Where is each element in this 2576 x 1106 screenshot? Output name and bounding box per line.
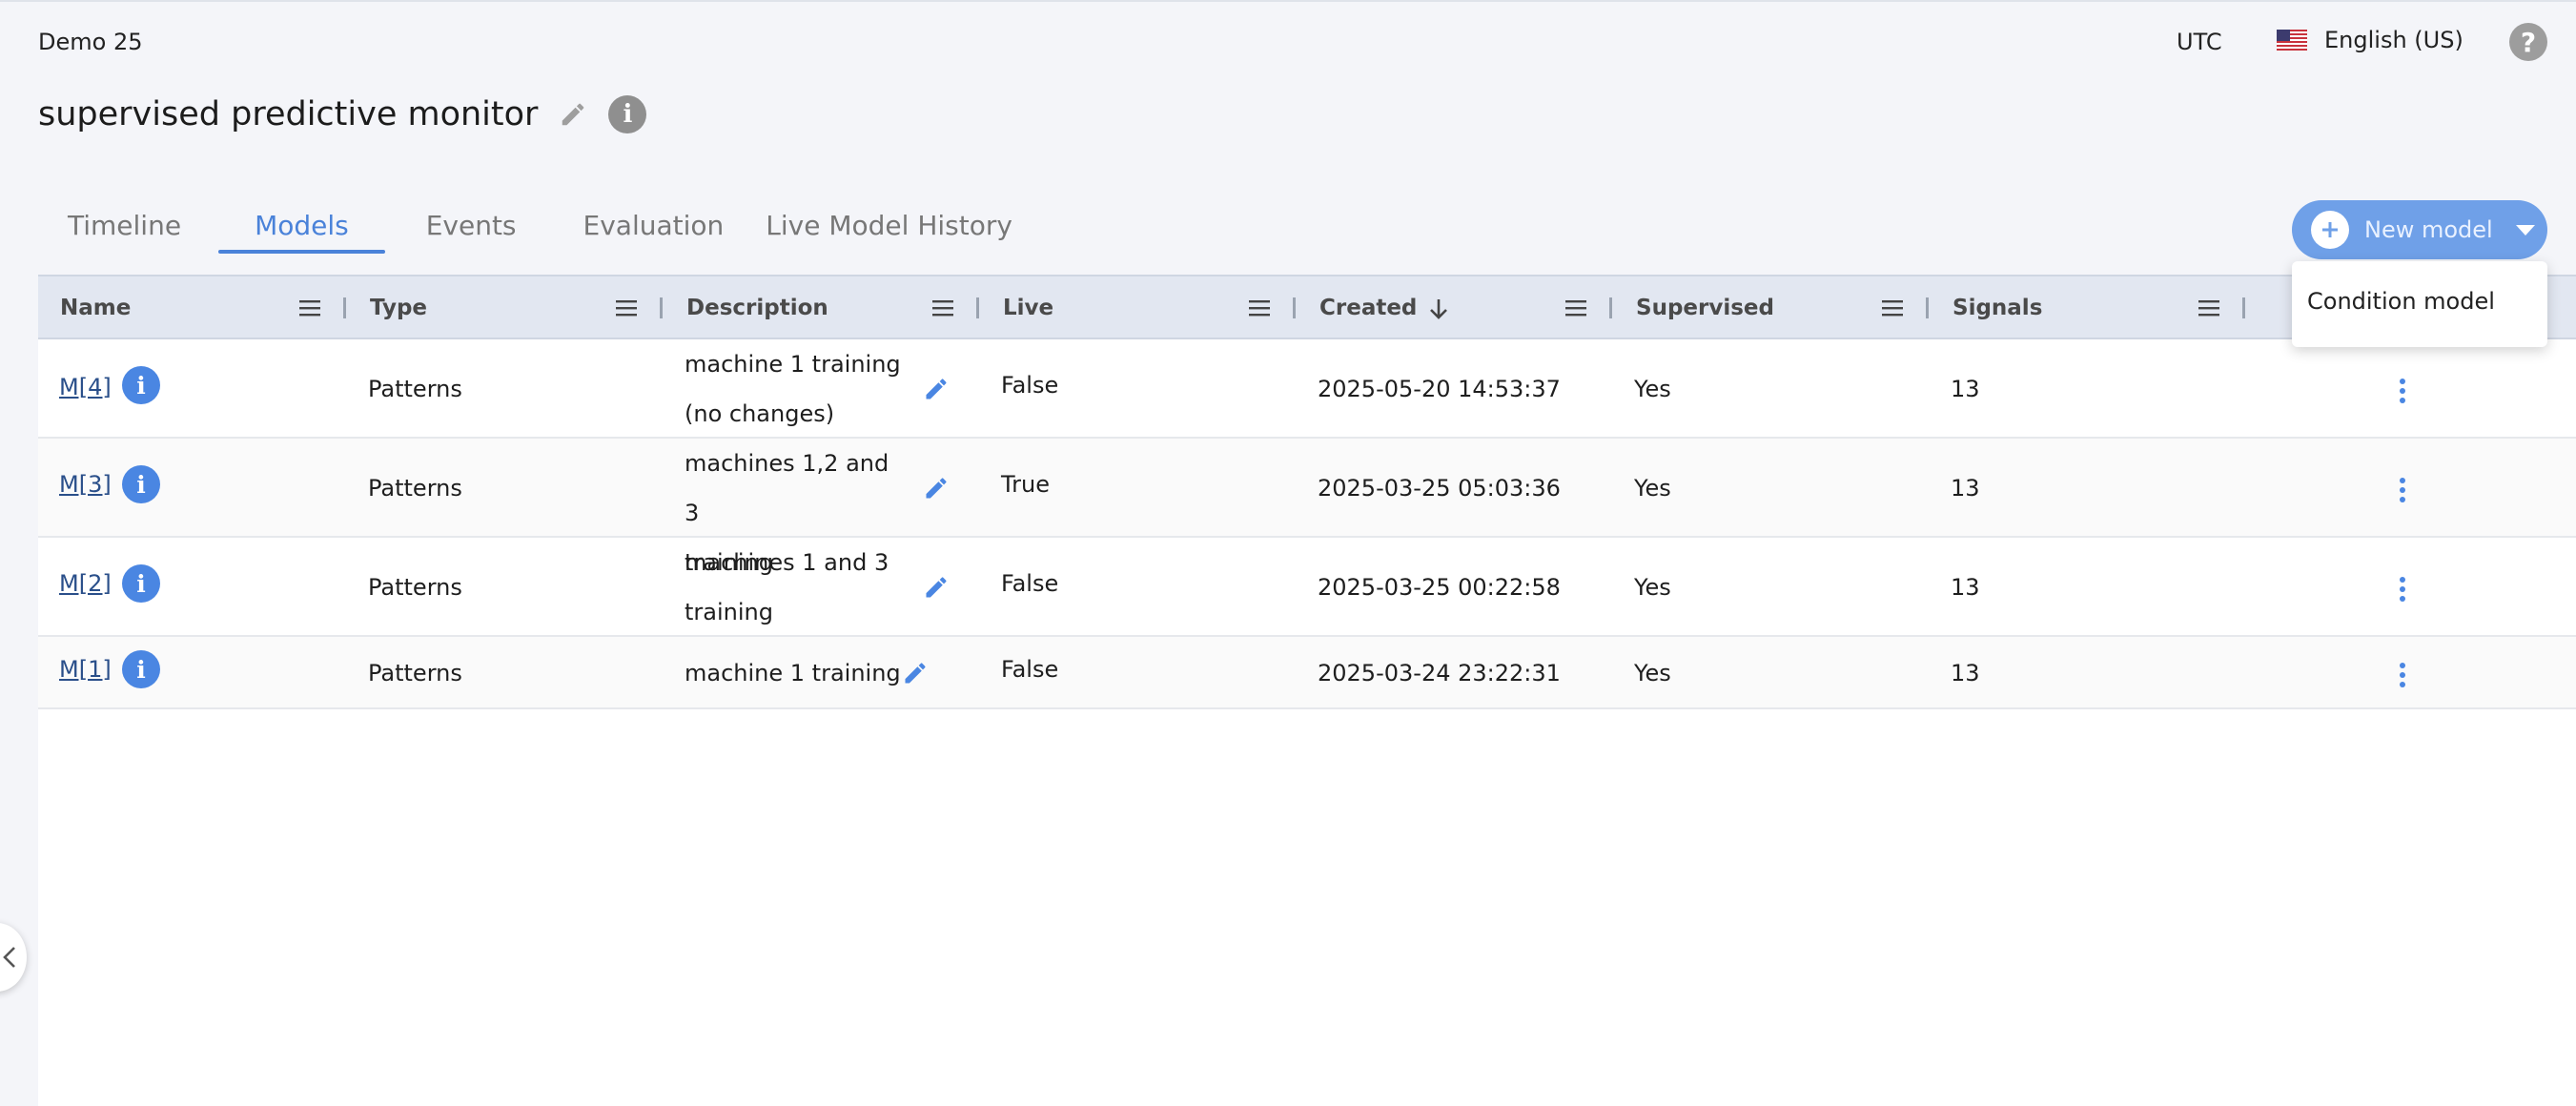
info-icon[interactable]: i [122, 564, 160, 603]
model-description: machines 1 and 3 training [685, 538, 904, 637]
model-created: 2025-03-24 23:22:31 [1318, 660, 1561, 686]
model-type: Patterns [368, 660, 462, 686]
edit-title-pencil-icon[interactable] [559, 100, 587, 129]
column-header-created[interactable]: Created [1319, 296, 1449, 320]
column-header-supervised[interactable]: Supervised [1636, 296, 1774, 320]
model-live: False [1001, 372, 1059, 399]
column-header-type[interactable]: Type [370, 296, 427, 320]
model-signals: 13 [1951, 574, 1980, 601]
model-supervised: Yes [1634, 475, 1671, 502]
menu-item-condition-model[interactable]: Condition model [2307, 288, 2495, 315]
tab-evaluation[interactable]: Evaluation [555, 200, 746, 254]
new-model-label: New model [2364, 216, 2493, 243]
info-icon[interactable]: i [122, 366, 160, 404]
tab-models[interactable]: Models [218, 200, 385, 254]
arrow-down-icon[interactable] [1428, 297, 1449, 320]
column-resize-handle[interactable] [660, 297, 663, 318]
top-border [0, 0, 2576, 2]
model-live: True [1001, 471, 1050, 498]
edit-description-pencil-icon[interactable] [923, 475, 950, 502]
chevron-left-icon [3, 947, 15, 968]
description-line: (no changes) [685, 400, 835, 427]
model-live: False [1001, 656, 1059, 683]
model-live: False [1001, 570, 1059, 597]
table-header: Name Type Description Live Created Super… [38, 275, 2576, 339]
model-name-link[interactable]: M[3] [59, 471, 112, 498]
model-signals: 13 [1951, 475, 1980, 502]
new-model-button[interactable]: New model [2292, 200, 2547, 259]
tab-events[interactable]: Events [385, 200, 555, 254]
info-icon[interactable]: i [608, 95, 647, 133]
edit-description-pencil-icon[interactable] [902, 660, 929, 686]
plus-icon [2311, 211, 2349, 249]
model-type: Patterns [368, 376, 462, 402]
model-name-link[interactable]: M[2] [59, 570, 112, 597]
table-row: M[4] i Patterns machine 1 training (no c… [38, 339, 2576, 439]
more-vertical-icon[interactable] [2399, 576, 2406, 603]
column-resize-handle[interactable] [1609, 297, 1612, 318]
column-resize-handle[interactable] [343, 297, 346, 318]
column-resize-handle[interactable] [976, 297, 979, 318]
column-header-live[interactable]: Live [1003, 296, 1053, 320]
column-resize-handle[interactable] [1293, 297, 1296, 318]
chevron-down-icon[interactable] [2515, 224, 2535, 236]
title-row: supervised predictive monitor i [38, 95, 647, 133]
model-created: 2025-05-20 14:53:37 [1318, 376, 1561, 402]
us-flag-icon [2277, 30, 2307, 51]
column-menu-icon[interactable] [1249, 299, 1270, 317]
description-line: machines 1,2 and 3 [685, 450, 889, 526]
models-table: Name Type Description Live Created Super… [38, 275, 2576, 1106]
column-header-name[interactable]: Name [60, 296, 131, 320]
more-vertical-icon[interactable] [2399, 378, 2406, 404]
column-header-description[interactable]: Description [686, 296, 828, 320]
column-header-created-label: Created [1319, 296, 1418, 320]
column-header-signals[interactable]: Signals [1952, 296, 2042, 320]
collapse-panel-button[interactable] [0, 923, 27, 992]
language-label: English (US) [2324, 27, 2464, 53]
column-menu-icon[interactable] [1882, 299, 1903, 317]
model-signals: 13 [1951, 376, 1980, 402]
more-vertical-icon[interactable] [2399, 662, 2406, 688]
model-signals: 13 [1951, 660, 1980, 686]
column-resize-handle[interactable] [1926, 297, 1929, 318]
org-name: Demo 25 [38, 29, 143, 55]
table-row: M[2] i Patterns machines 1 and 3 trainin… [38, 538, 2576, 637]
table-row: M[1] i Patterns machine 1 training False… [38, 637, 2576, 709]
model-name-link[interactable]: M[4] [59, 374, 112, 400]
model-type: Patterns [368, 475, 462, 502]
column-menu-icon[interactable] [1565, 299, 1586, 317]
model-supervised: Yes [1634, 660, 1671, 686]
timezone-selector[interactable]: UTC [2177, 29, 2222, 55]
page-title: supervised predictive monitor [38, 95, 539, 133]
edit-description-pencil-icon[interactable] [923, 574, 950, 601]
more-vertical-icon[interactable] [2399, 477, 2406, 503]
column-menu-icon[interactable] [616, 299, 637, 317]
question-circle-icon[interactable]: ? [2509, 23, 2547, 61]
new-model-dropdown: Condition model [2292, 261, 2547, 347]
language-selector[interactable]: English (US) [2277, 27, 2464, 53]
column-resize-handle[interactable] [2242, 297, 2245, 318]
description-line: training [685, 599, 773, 625]
edit-description-pencil-icon[interactable] [923, 376, 950, 402]
tab-bar: Timeline Models Events Evaluation Live M… [38, 200, 1042, 254]
table-row: M[3] i Patterns machines 1,2 and 3 train… [38, 439, 2576, 576]
model-supervised: Yes [1634, 376, 1671, 402]
model-created: 2025-03-25 00:22:58 [1318, 574, 1561, 601]
model-description: machine 1 training [685, 660, 901, 686]
model-supervised: Yes [1634, 574, 1671, 601]
info-icon[interactable]: i [122, 465, 160, 503]
column-menu-icon[interactable] [299, 299, 320, 317]
tab-live-model-history[interactable]: Live Model History [745, 200, 1042, 254]
model-created: 2025-03-25 05:03:36 [1318, 475, 1561, 502]
description-line: machine 1 training [685, 351, 901, 378]
model-description: machine 1 training (no changes) [685, 339, 904, 439]
column-menu-icon[interactable] [2198, 299, 2219, 317]
description-line: machines 1 and 3 [685, 549, 889, 576]
model-name-link[interactable]: M[1] [59, 656, 112, 683]
column-menu-icon[interactable] [932, 299, 953, 317]
tab-timeline[interactable]: Timeline [38, 200, 218, 254]
info-icon[interactable]: i [122, 650, 160, 688]
model-type: Patterns [368, 574, 462, 601]
